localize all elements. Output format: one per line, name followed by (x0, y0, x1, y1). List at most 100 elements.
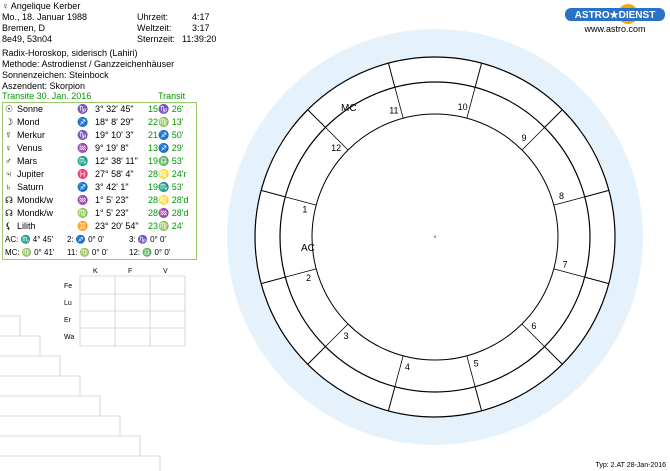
planet-pos: 1° 5' 23" (95, 195, 129, 205)
planet-transit: 15♑ 26' (148, 104, 184, 114)
house-number: 1 (302, 204, 307, 214)
planet-name: Merkur (17, 130, 46, 140)
planet-row: ♄ Saturn ♐ 3° 42' 1" 19♏ 53' (3, 181, 196, 194)
planet-row: ☉ Sonne ♑ 3° 32' 45" 15♑ 26' (3, 103, 196, 116)
female-icon: ♀ (2, 1, 9, 11)
planet-table: ☉ Sonne ♑ 3° 32' 45" 15♑ 26' ☽ Mond ♐ 18° 8' 29"… (2, 102, 197, 260)
planet-glyph: ☊ (5, 208, 13, 218)
house-cusp-h12: 12: ♎ 0° 0' (129, 248, 171, 257)
transit-date: Transite 30. Jan. 2016 (2, 91, 92, 101)
planet-sign: ♏ (77, 156, 89, 166)
planet-name: Venus (17, 143, 43, 153)
planet-name: Mondk/w (17, 195, 54, 205)
uhrzeit-label: Uhrzeit: (137, 12, 169, 22)
mc-label: MC (341, 103, 357, 114)
planet-glyph: ♂ (5, 156, 12, 166)
house-number: 10 (458, 102, 468, 112)
chart-method-2: Methode: Astrodienst / Ganzzeichenhäuser (2, 59, 175, 69)
house-number: 3 (343, 331, 348, 341)
planet-transit: 28♌ 24'r (148, 169, 187, 179)
planet-sign: ♊ (77, 221, 89, 231)
planet-transit: 28♒ 28'd (148, 208, 189, 218)
house-number: 2 (306, 273, 311, 283)
house-number: 6 (531, 321, 536, 331)
birth-place: Bremen, D (2, 23, 46, 33)
planet-pos: 9° 19' 8" (95, 143, 129, 153)
house-number: 8 (559, 191, 564, 201)
elem-row-lu: Lu (64, 300, 72, 307)
house-number: 11 (389, 106, 398, 116)
planet-name: Sonne (17, 104, 44, 114)
planet-pos: 23° 20' 54" (95, 221, 139, 231)
house-cusp-h2: 2: ♐ 0° 0' (67, 235, 104, 244)
house-cusp-row: MC: ♍ 0° 41' 11: ♍ 0° 0' 12: ♎ 0° 0' (3, 246, 196, 259)
house-cusp-ac: AC: ♏ 4° 45' (5, 235, 54, 244)
chart-method: Radix-Horoskop, siderisch (Lahiri) (2, 48, 138, 58)
planet-sign: ♒ (77, 143, 89, 153)
house-number: 7 (563, 260, 568, 270)
planet-row: ♀ Venus ♒ 9° 19' 8" 13♐ 29' (3, 142, 196, 155)
planet-sign: ♐ (77, 182, 89, 192)
elem-row-er: Er (64, 317, 72, 324)
aspect-grid: K F V Fe Lu Er Wa (0, 268, 186, 471)
sternzeit-label: Sternzeit: (137, 34, 176, 44)
planet-transit: 22♍ 13' (148, 117, 184, 127)
uhrzeit-value: 4:17 (192, 12, 210, 22)
planet-sign: ♓ (77, 169, 89, 179)
planet-row: ☽ Mond ♐ 18° 8' 29" 22♍ 13' (3, 116, 196, 129)
planet-transit: 19♎ 53' (148, 156, 184, 166)
planet-sign: ♑ (77, 104, 89, 114)
weltzeit-value: 3:17 (192, 23, 210, 33)
elem-row-fe: Fe (64, 283, 72, 290)
house-number: 4 (405, 362, 410, 372)
planet-row: ⚸ Lilith ♊ 23° 20' 54" 23♍ 24' (3, 220, 196, 233)
house-cusp-row: AC: ♏ 4° 45' 2: ♐ 0° 0' 3: ♑ 0° 0' (3, 233, 196, 246)
planet-sign: ♑ (77, 130, 89, 140)
planet-glyph: ☿ (5, 130, 12, 140)
planet-name: Mars (17, 156, 37, 166)
planet-sign: ♐ (77, 117, 89, 127)
planet-sign: ♍ (77, 208, 89, 218)
planet-pos: 18° 8' 29" (95, 117, 134, 127)
planet-row: ☊ Mondk/w ♍ 1° 5' 23" 28♒ 28'd (3, 207, 196, 220)
center-mark: × (433, 235, 437, 241)
house-number: 5 (474, 358, 479, 368)
sun-sign: Sonnenzeichen: Steinbock (2, 70, 109, 80)
planet-name: Jupiter (17, 169, 45, 179)
planet-glyph: ♀ (5, 143, 12, 153)
person-name: ♀ Angelique Kerber (2, 1, 81, 11)
ac-label: AC (301, 243, 315, 254)
planet-glyph: ♃ (5, 169, 12, 179)
elem-col-f: F (128, 268, 132, 275)
house-cusp-mc: MC: ♍ 0° 41' (5, 248, 55, 257)
elem-col-k: K (93, 268, 98, 275)
house-number: 9 (521, 133, 526, 143)
planet-name: Lilith (17, 221, 36, 231)
planet-row: ♃ Jupiter ♓ 27° 58' 4" 28♌ 24'r (3, 168, 196, 181)
planet-pos: 3° 32' 45" (95, 104, 134, 114)
planet-row: ☊ Mondk/w ♒ 1° 5' 23" 28♌ 28'd (3, 194, 196, 207)
planet-pos: 27° 58' 4" (95, 169, 134, 179)
birth-date: Mo., 18. Januar 1988 (2, 12, 88, 22)
planet-transit: 23♍ 24' (148, 221, 184, 231)
transit-header: Transit (158, 91, 186, 101)
sternzeit-value: 11:39:20 (182, 34, 217, 44)
planet-row: ☿ Merkur ♑ 19° 10' 3" 21♐ 50' (3, 129, 196, 142)
house-cusp-h3: 3: ♑ 0° 0' (129, 235, 166, 244)
planet-glyph: ☉ (5, 104, 14, 114)
planet-pos: 1° 5' 23" (95, 208, 129, 218)
planet-transit: 13♐ 29' (148, 143, 184, 153)
planet-pos: 3° 42' 1" (95, 182, 129, 192)
planet-transit: 19♏ 53' (148, 182, 184, 192)
planet-glyph: ☽ (5, 117, 14, 127)
planet-pos: 12° 38' 11" (95, 156, 138, 166)
planet-glyph: ♄ (5, 182, 12, 192)
planet-name: Mondk/w (17, 208, 54, 218)
house-number: 12 (331, 143, 341, 153)
house-cusp-h11: 11: ♍ 0° 0' (67, 248, 108, 257)
planet-name: Mond (17, 117, 40, 127)
planet-transit: 21♐ 50' (148, 130, 184, 140)
elem-col-v: V (163, 268, 168, 275)
weltzeit-label: Weltzeit: (137, 23, 172, 33)
logo-brand: ASTRO★DIENST (575, 10, 656, 21)
